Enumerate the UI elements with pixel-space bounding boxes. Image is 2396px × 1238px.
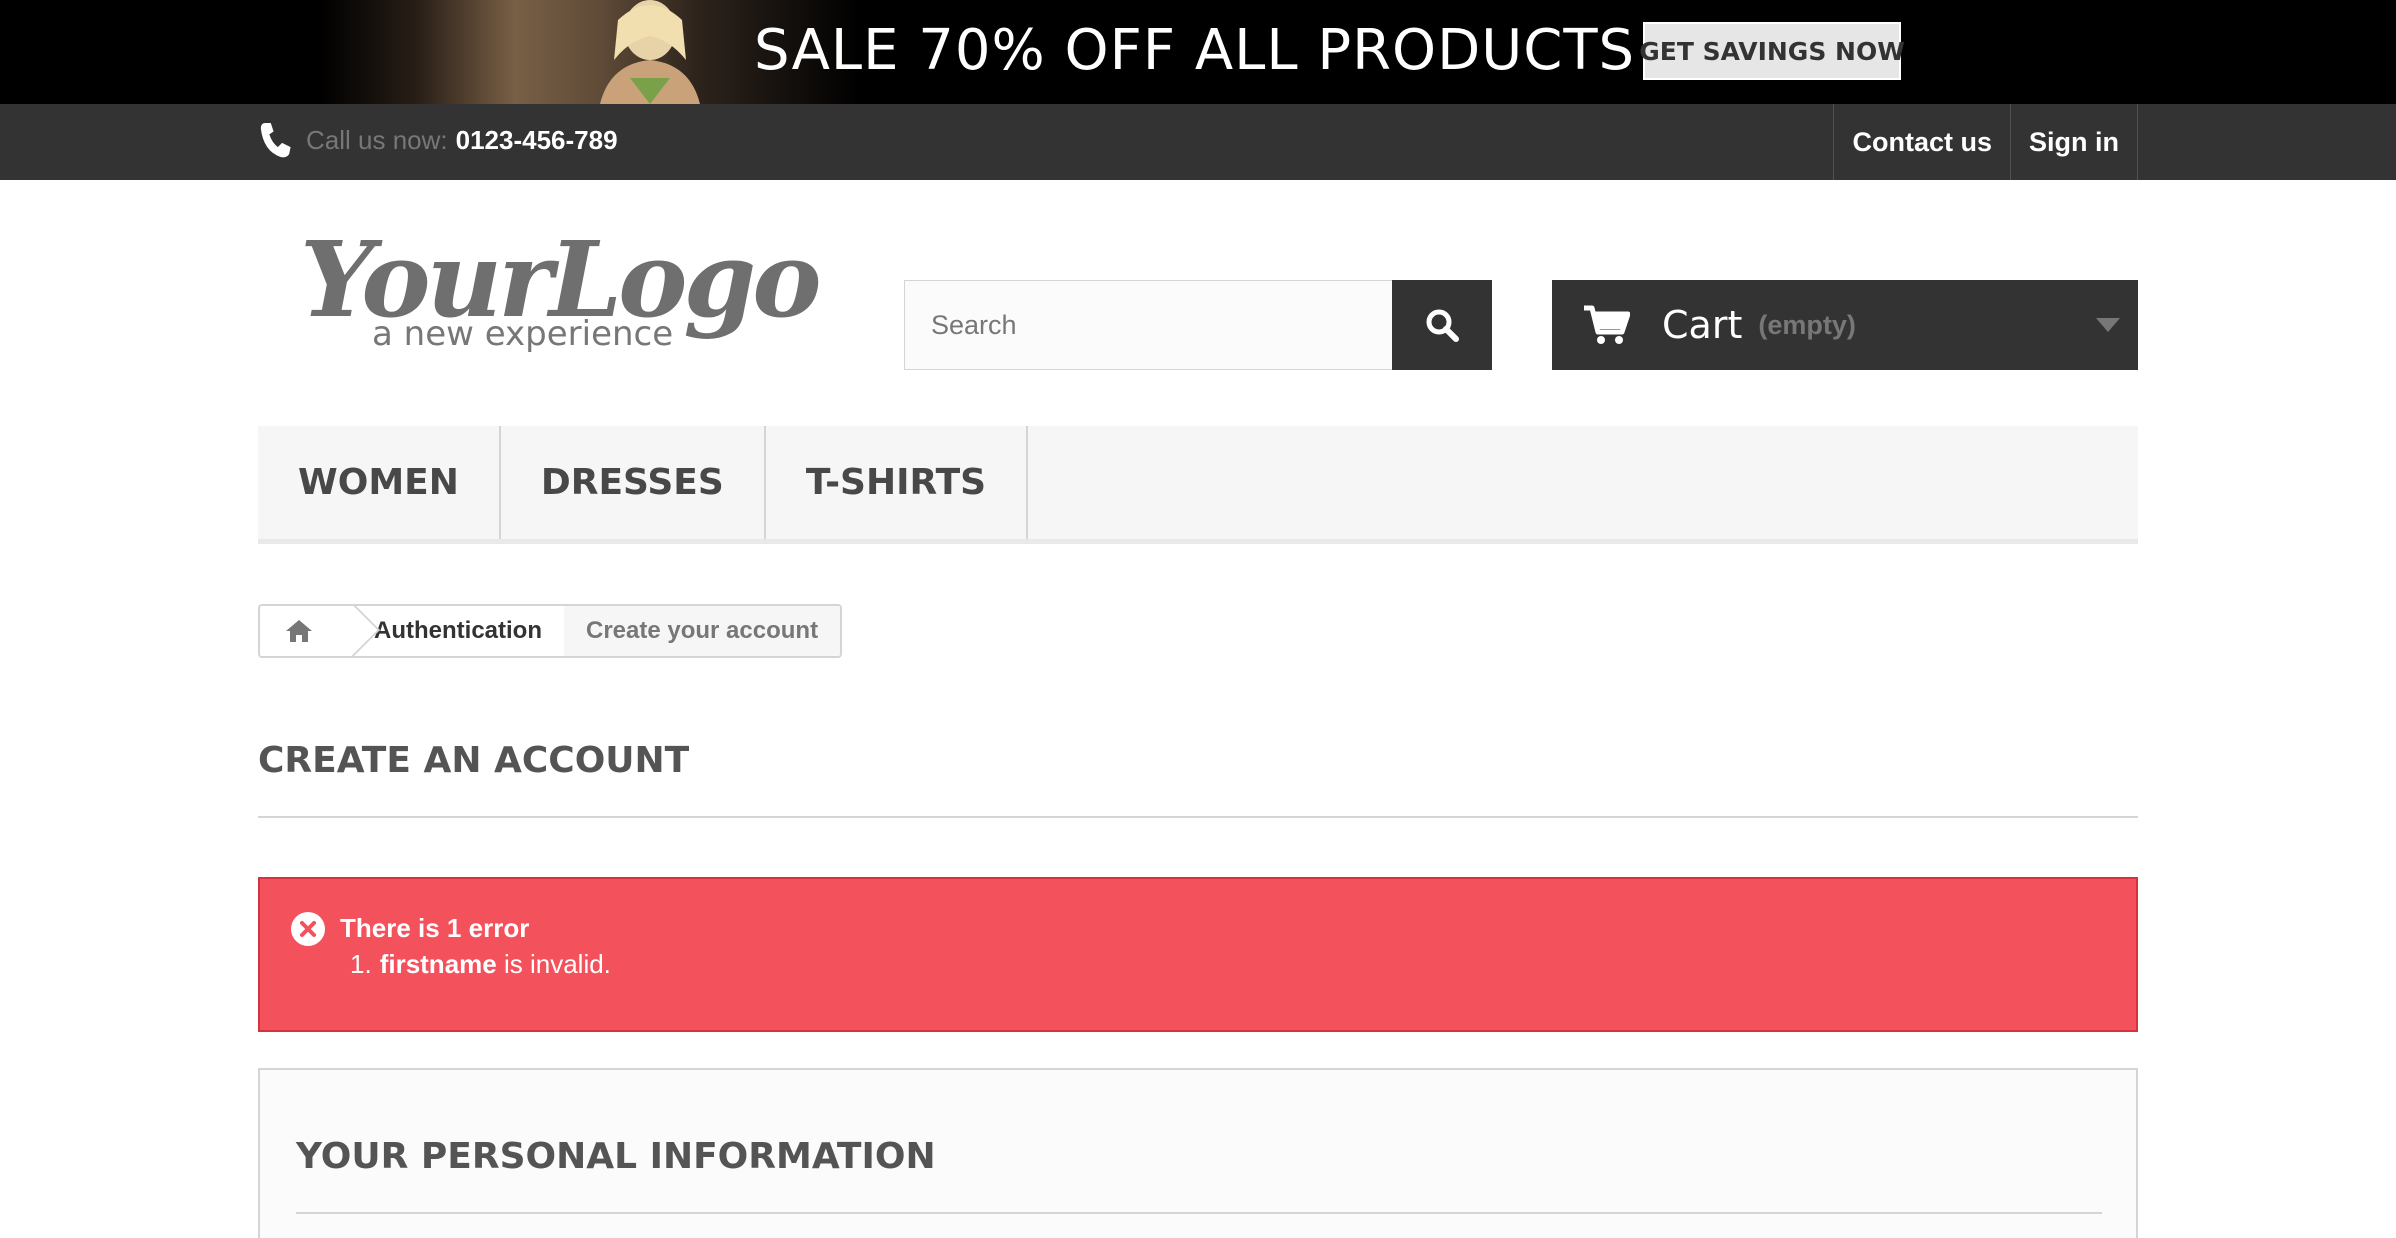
home-icon bbox=[286, 620, 312, 642]
banner-model-image bbox=[600, 0, 700, 104]
cart-status: (empty) bbox=[1758, 309, 1856, 340]
error-item: 1. firstname is invalid. bbox=[350, 949, 611, 980]
call-label: Call us now: bbox=[306, 124, 448, 155]
section-title: YOUR PERSONAL INFORMATION bbox=[296, 1136, 936, 1177]
cart-title: Cart bbox=[1662, 303, 1743, 347]
call-us: Call us now: 0123-456-789 bbox=[258, 112, 618, 168]
search-form bbox=[904, 280, 1492, 370]
cart-icon bbox=[1584, 305, 1630, 344]
phone-number: 0123-456-789 bbox=[455, 124, 618, 155]
search-input[interactable] bbox=[904, 280, 1392, 370]
error-field: firstname bbox=[379, 949, 497, 979]
promo-banner[interactable]: SALE 70% OFF ALL PRODUCTS GET SAVINGS NO… bbox=[0, 0, 2396, 104]
phone-icon bbox=[260, 123, 291, 158]
title-divider bbox=[258, 816, 2138, 818]
search-button[interactable] bbox=[1392, 280, 1492, 370]
section-divider bbox=[296, 1212, 2102, 1214]
chevron-down-icon bbox=[2096, 318, 2120, 332]
breadcrumb-authentication[interactable]: Authentication bbox=[358, 606, 564, 656]
error-alert: There is 1 error 1. firstname is invalid. bbox=[258, 877, 2138, 1032]
personal-info-box: YOUR PERSONAL INFORMATION bbox=[258, 1068, 2138, 1238]
cart-button[interactable]: Cart (empty) bbox=[1552, 280, 2138, 370]
banner-headline: SALE 70% OFF ALL PRODUCTS bbox=[754, 18, 1636, 83]
main-menu: WOMEN DRESSES T-SHIRTS bbox=[258, 426, 2138, 544]
menu-item-dresses[interactable]: DRESSES bbox=[501, 426, 766, 539]
breadcrumb: Authentication Create your account bbox=[258, 604, 843, 658]
search-icon bbox=[1426, 309, 1459, 342]
menu-item-women[interactable]: WOMEN bbox=[258, 426, 501, 539]
get-savings-button[interactable]: GET SAVINGS NOW bbox=[1639, 22, 1905, 80]
menu-item-tshirts[interactable]: T-SHIRTS bbox=[766, 426, 1029, 539]
breadcrumb-current: Create your account bbox=[564, 606, 841, 656]
error-number: 1. bbox=[350, 949, 372, 979]
error-heading: There is 1 error bbox=[340, 913, 530, 943]
account-links: Contact us Sign in bbox=[1833, 104, 2138, 180]
contact-us-link[interactable]: Contact us bbox=[1833, 104, 2010, 180]
logo-tagline: a new experience bbox=[372, 314, 674, 354]
page-title: CREATE AN ACCOUNT bbox=[258, 740, 690, 781]
error-message: is invalid. bbox=[503, 949, 611, 979]
sign-in-link[interactable]: Sign in bbox=[2010, 104, 2138, 180]
error-icon bbox=[291, 912, 325, 946]
store-logo[interactable]: YourLogo a new experience bbox=[300, 218, 822, 368]
breadcrumb-separator bbox=[338, 606, 358, 656]
